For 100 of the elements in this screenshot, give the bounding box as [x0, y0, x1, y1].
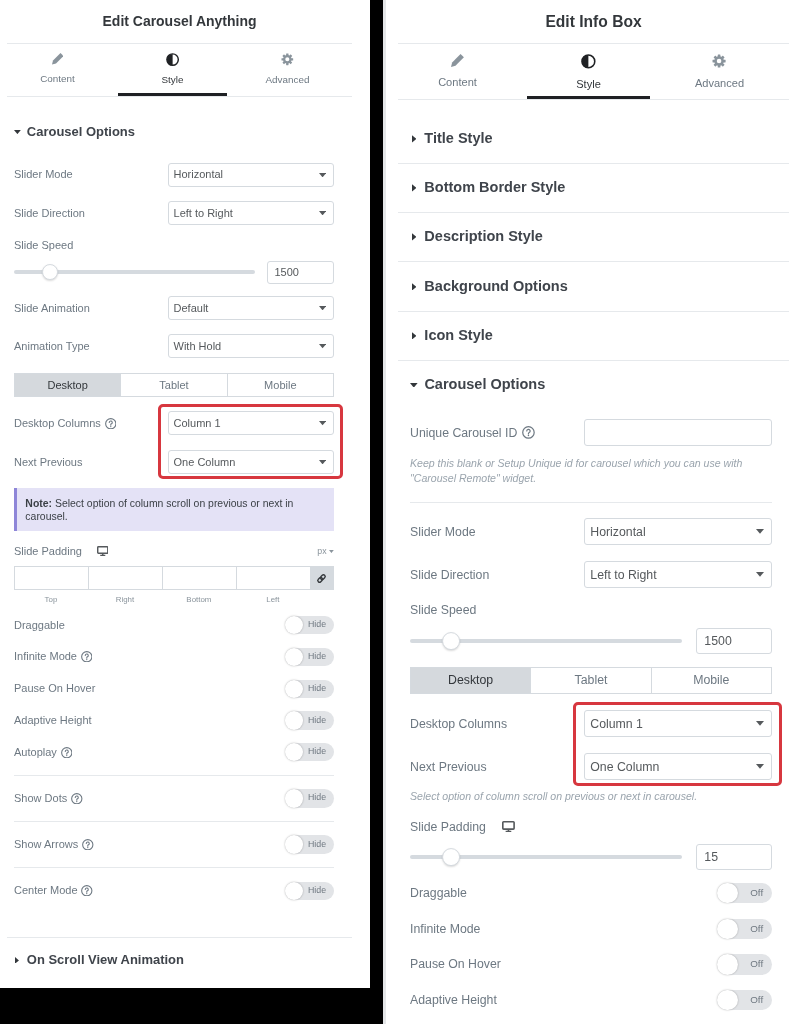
device-tab[interactable]: Desktop — [14, 372, 122, 397]
pencil-icon — [51, 53, 64, 65]
caret-down-icon — [319, 211, 327, 216]
dimension-input[interactable] — [235, 566, 311, 591]
device-tab[interactable]: Tablet — [120, 372, 228, 397]
caret-down-icon — [319, 344, 327, 349]
contrast-icon — [581, 54, 596, 70]
tab[interactable]: Content — [395, 44, 520, 99]
dropdown[interactable]: Horizontal — [583, 518, 772, 546]
section-header[interactable]: Description Style — [398, 213, 789, 262]
dropdown[interactable]: Column 1 — [167, 411, 334, 436]
tab[interactable]: Style — [118, 44, 227, 96]
tab[interactable]: Advanced — [657, 44, 782, 99]
tab[interactable]: Content — [3, 44, 112, 96]
slider-thumb[interactable] — [441, 631, 460, 650]
gear-icon — [281, 53, 294, 66]
tab[interactable]: Style — [526, 44, 651, 99]
help-icon[interactable] — [71, 792, 83, 805]
contrast-icon — [165, 53, 180, 67]
help-icon[interactable] — [80, 650, 93, 663]
toggle-switch[interactable]: Off — [717, 918, 772, 939]
device-tab[interactable]: Mobile — [226, 372, 334, 397]
slider-thumb[interactable] — [42, 264, 59, 281]
dimension-input[interactable] — [161, 566, 237, 591]
toggle-switch[interactable]: Hide — [285, 679, 334, 698]
caret-right-icon — [411, 233, 416, 242]
number-input[interactable]: 1500 — [696, 627, 772, 654]
dropdown[interactable]: With Hold — [167, 334, 334, 359]
toggle-switch[interactable]: Hide — [285, 615, 334, 634]
pencil-icon — [451, 54, 464, 68]
monitor-icon[interactable] — [502, 821, 516, 833]
section-header[interactable]: Icon Style — [398, 311, 789, 360]
tab[interactable]: Advanced — [233, 44, 342, 96]
gear-icon — [712, 54, 727, 69]
help-icon[interactable] — [104, 417, 117, 430]
help-icon[interactable] — [60, 746, 73, 759]
field-label: Draggable — [410, 884, 467, 902]
panel-title: Edit Info Box — [545, 11, 642, 32]
dimension-input[interactable] — [14, 566, 89, 591]
toggle-switch[interactable]: Hide — [285, 789, 334, 808]
caret-down-icon — [319, 172, 327, 177]
slider-track[interactable] — [14, 263, 255, 281]
monitor-icon[interactable] — [96, 546, 109, 557]
toggle-switch[interactable]: Hide — [285, 881, 334, 900]
toggle-switch[interactable]: Off — [717, 954, 772, 975]
dropdown[interactable]: One Column — [583, 753, 772, 781]
caret-right-icon — [411, 135, 416, 143]
field-label: Next Previous — [14, 454, 83, 470]
device-tab[interactable]: Desktop — [410, 667, 532, 695]
caret-down-icon — [14, 129, 21, 134]
caret-down-icon — [755, 721, 764, 727]
dimension-input[interactable] — [87, 566, 163, 591]
link-button[interactable] — [309, 566, 334, 591]
field-label: Adaptive Height — [410, 991, 497, 1009]
toggle-switch[interactable]: Hide — [285, 835, 334, 854]
toggle-switch[interactable]: Off — [717, 883, 772, 904]
field-label: Next Previous — [410, 758, 487, 776]
dropdown[interactable]: Horizontal — [167, 162, 334, 187]
section-header[interactable]: Background Options — [398, 262, 789, 311]
panel-title: Edit Carousel Anything — [102, 12, 257, 31]
text-input[interactable] — [583, 419, 772, 447]
section-header[interactable]: On Scroll View Animation — [7, 938, 352, 982]
field-label: Pause On Hover — [14, 681, 96, 697]
slider-track[interactable] — [410, 631, 683, 650]
dropdown[interactable]: One Column — [167, 449, 334, 474]
section-header[interactable]: Title Style — [398, 114, 789, 163]
help-icon[interactable] — [81, 884, 93, 897]
dropdown[interactable]: Left to Right — [167, 201, 334, 226]
field-label: Animation Type — [14, 339, 90, 355]
field-label: Slide Direction — [410, 566, 490, 584]
field-label: Desktop Columns — [14, 416, 101, 432]
section-header[interactable]: Carousel Options — [398, 360, 789, 409]
section-header[interactable]: Bottom Border Style — [398, 163, 789, 213]
field-label: Slide Padding — [14, 543, 82, 559]
help-icon[interactable] — [82, 838, 94, 851]
caret-down-icon — [319, 305, 327, 310]
caret-down-icon — [755, 572, 764, 578]
dropdown[interactable]: Left to Right — [583, 561, 772, 589]
device-tab[interactable]: Tablet — [530, 667, 652, 695]
toggle-switch[interactable]: Hide — [285, 743, 334, 762]
device-tab[interactable]: Mobile — [650, 667, 772, 695]
toggle-switch[interactable]: Hide — [285, 711, 334, 730]
field-label: Draggable — [14, 617, 65, 633]
link-icon — [316, 572, 328, 584]
section-header[interactable]: Carousel Options — [7, 110, 352, 154]
dropdown[interactable]: Default — [167, 295, 334, 320]
number-input[interactable]: 15 — [696, 843, 772, 870]
toggle-switch[interactable]: Off — [717, 989, 772, 1011]
toggle-switch[interactable]: Hide — [285, 647, 334, 666]
field-label: Slide Direction — [14, 206, 85, 221]
field-label: Center Mode — [14, 883, 78, 899]
field-label: Slider Mode — [14, 167, 73, 183]
slider-thumb[interactable] — [441, 847, 460, 866]
dropdown[interactable]: Column 1 — [583, 710, 772, 738]
number-input[interactable]: 1500 — [266, 260, 334, 284]
help-icon[interactable] — [521, 426, 535, 440]
caret-right-icon — [411, 331, 416, 340]
slider-track[interactable] — [410, 847, 683, 867]
caret-down-icon — [410, 382, 418, 388]
field-label: Slide Speed — [410, 602, 477, 620]
